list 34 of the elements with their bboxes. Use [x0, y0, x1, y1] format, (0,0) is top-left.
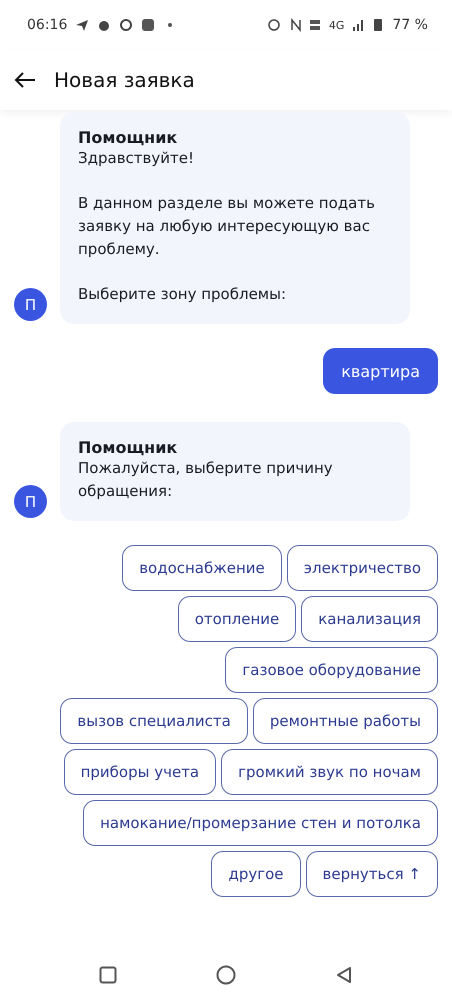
signal-icon [352, 18, 364, 32]
option-button[interactable]: вернуться ↑ [306, 851, 438, 897]
back-icon[interactable] [14, 72, 36, 88]
back-nav-icon[interactable] [334, 966, 353, 984]
send-icon [75, 18, 90, 32]
option-button[interactable]: канализация [301, 596, 438, 642]
clock: 06:16 [27, 17, 68, 33]
avatar: П [14, 485, 47, 518]
recent-apps-icon[interactable] [99, 966, 118, 984]
message-text: В данном разделе вы можете подать заявку на любую интересующую вас проблему. [78, 193, 376, 260]
message-text: Пожалуйста, выберите причину обращения: [78, 458, 334, 502]
option-button[interactable]: вызов специалиста [60, 698, 248, 744]
option-button[interactable]: водоснабжение [122, 545, 282, 591]
user-message: квартира [323, 348, 438, 394]
message-text: Выберите зону проблемы: [78, 284, 288, 305]
option-button[interactable]: отопление [178, 596, 296, 642]
message-author: Помощник [78, 128, 178, 147]
message-text: Здравствуйте! [78, 148, 195, 169]
option-button[interactable]: приборы учета [64, 749, 216, 795]
option-button[interactable]: громкий звук по ночам [221, 749, 438, 795]
option-button[interactable]: ремонтные работы [252, 698, 438, 744]
page-title: Новая заявка [54, 68, 195, 92]
message-author: Помощник [78, 438, 178, 457]
battery-icon [372, 18, 384, 32]
home-icon[interactable] [216, 965, 236, 985]
option-button[interactable]: намокание/промерзание стен и потолка [83, 800, 438, 846]
option-button[interactable]: электричество [286, 545, 438, 591]
nfc-icon [288, 18, 301, 32]
network-type: 4G [328, 18, 344, 32]
option-button[interactable]: другое [211, 851, 301, 897]
avatar: П [14, 288, 47, 321]
option-button[interactable]: газовое оборудование [225, 647, 438, 693]
app-icon [141, 18, 156, 32]
battery-level: 77 % [392, 17, 428, 33]
